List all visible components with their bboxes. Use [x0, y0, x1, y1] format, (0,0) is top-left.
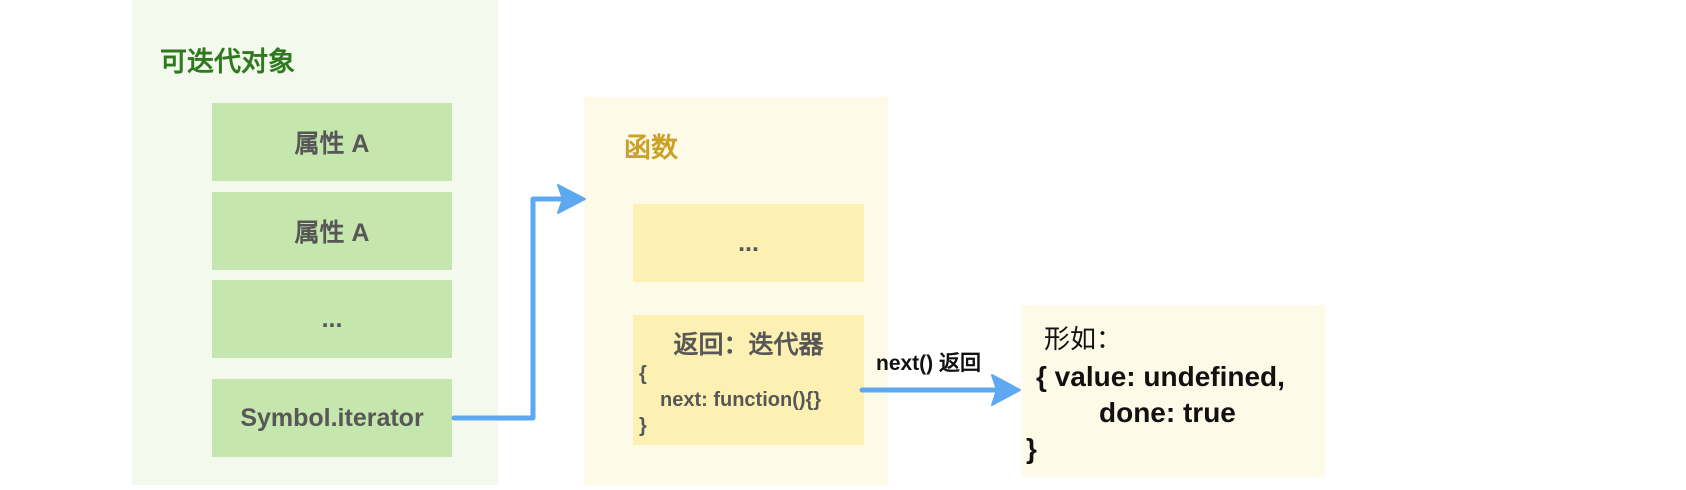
- symbol-iterator-arrow-line: [451, 196, 569, 421]
- connector-arrows: [451, 184, 1021, 421]
- next-return-arrowhead: [991, 374, 1021, 406]
- symbol-iterator-arrowhead: [557, 184, 586, 214]
